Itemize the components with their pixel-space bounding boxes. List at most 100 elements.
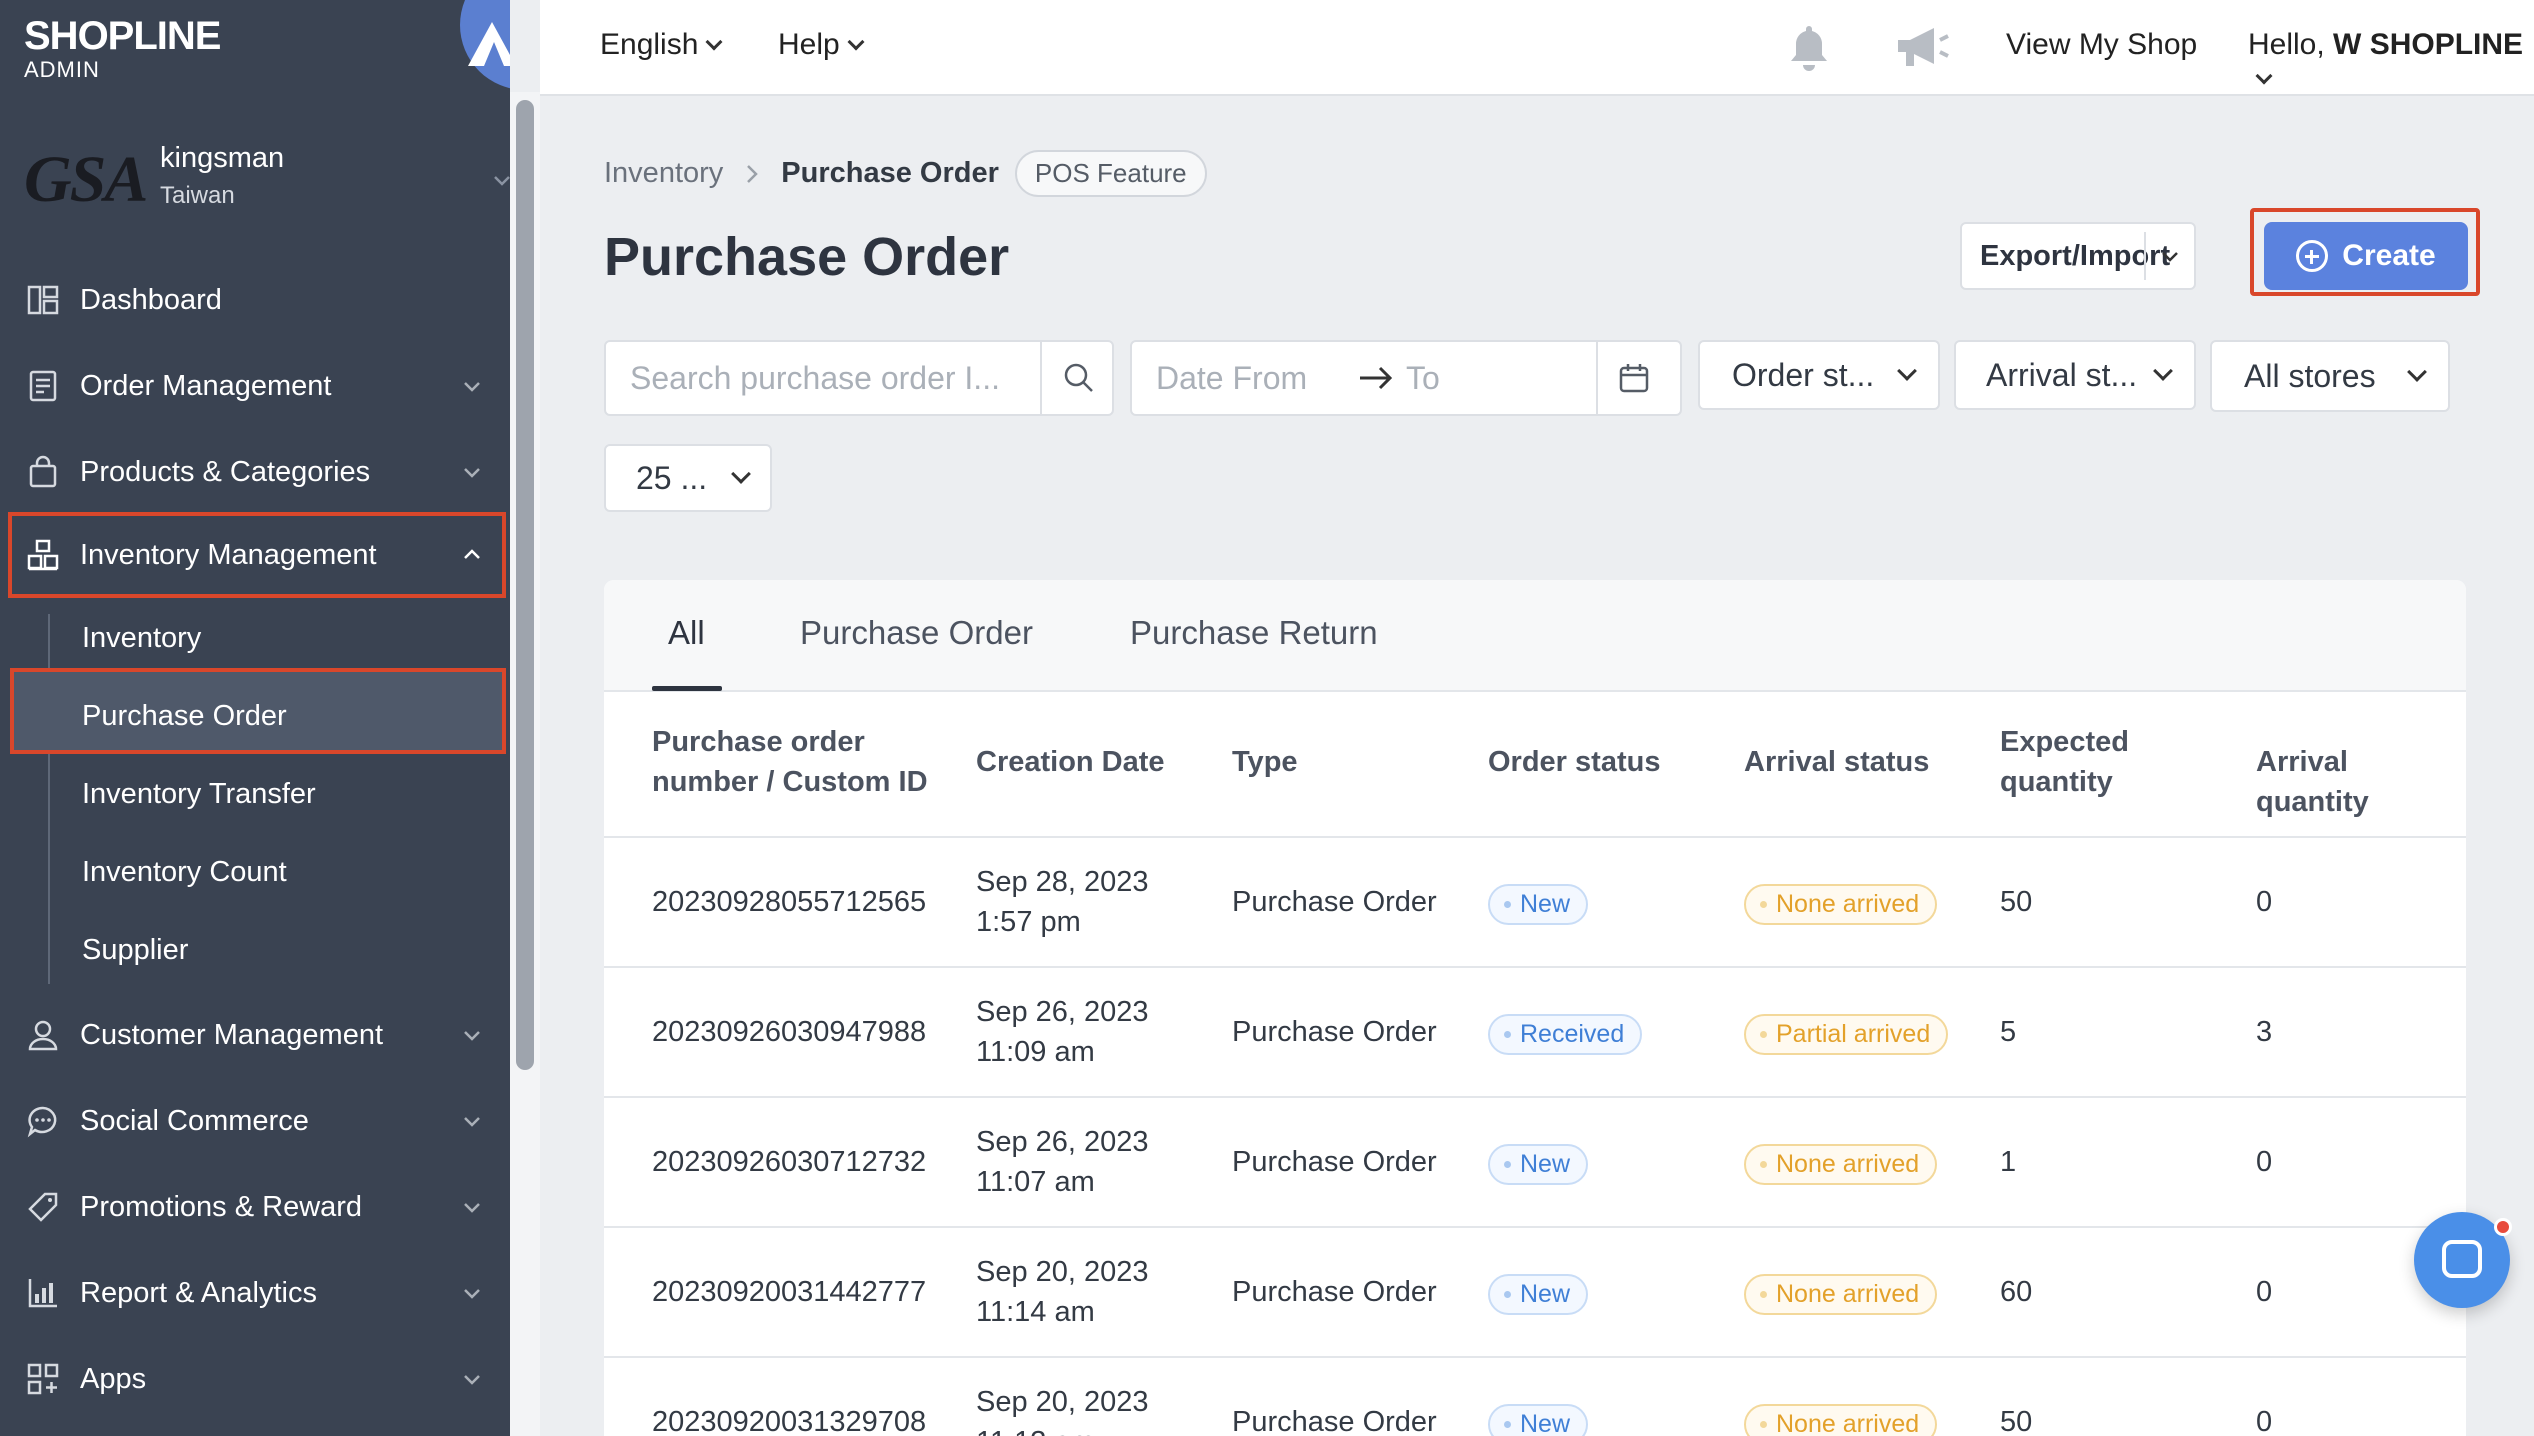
time-text: 1:57 pm [976,906,1081,938]
breadcrumb-parent[interactable]: Inventory [604,157,723,190]
table-row[interactable]: 20230920031329708 Sep 20, 2023 11:13 am P… [604,1356,2466,1436]
sidebar-item-apps[interactable]: Apps [0,1337,510,1421]
export-dropdown-toggle[interactable] [2146,245,2194,267]
language-menu[interactable]: English [600,28,723,62]
tab-all[interactable]: All [668,614,705,652]
chevron-down-icon [464,1375,480,1385]
sidebar-item-social-commerce[interactable]: Social Commerce [0,1079,510,1163]
order-status-select[interactable]: Order st... [1698,340,1940,410]
pos-feature-badge: POS Feature [1014,150,1207,197]
chevron-down-icon [464,382,480,392]
apps-icon [27,1363,59,1395]
date-from-input[interactable]: Date From [1132,360,1356,397]
sidebar-sub-inventory-count[interactable]: Inventory Count [82,856,287,889]
logo-text: SHOPLINE [24,14,221,58]
date-text: Sep 20, 2023 [976,1256,1149,1288]
chevron-down-icon [2153,361,2173,381]
order-status-badge: New [1488,1404,1589,1436]
chevron-down-icon [2162,252,2178,262]
cell-arrival-qty: 0 [2256,886,2273,918]
sidebar-item-report[interactable]: Report & Analytics [0,1251,510,1335]
cell-expected-qty: 1 [2000,1146,2017,1178]
arrival-status-badge: None arrived [1744,884,1938,925]
sidebar-sub-purchase-order[interactable]: Purchase Order [82,700,287,733]
field-divider [1596,341,1598,415]
sidebar-item-inventory-management[interactable]: Inventory Management [8,512,506,598]
view-my-shop-link[interactable]: View My Shop [2006,28,2197,62]
chevron-down-icon [464,1289,480,1299]
chart-icon [28,1279,57,1308]
date-text: Sep 20, 2023 [976,1386,1149,1418]
header-text: number / Custom ID [652,766,928,798]
cell-po-number[interactable]: 20230926030947988 [652,1012,926,1052]
search-input[interactable]: Search purchase order I... [606,360,1040,397]
cell-creation-date: Sep 26, 2023 11:09 am [976,992,1149,1072]
cell-po-number[interactable]: 20230928055712565 [652,882,926,922]
sidebar-sub-supplier[interactable]: Supplier [82,934,188,967]
page-size-select[interactable]: 25 ... [604,444,772,512]
header-arrival-status[interactable]: Arrival status [1744,742,1929,782]
cell-po-number[interactable]: 20230920031442777 [652,1272,926,1312]
sidebar-sub-inventory[interactable]: Inventory [82,622,201,655]
dashboard-icon [27,285,59,315]
arrival-status-badge: None arrived [1744,1144,1938,1185]
calendar-icon[interactable] [1618,362,1650,394]
sidebar-item-dashboard[interactable]: Dashboard [0,258,510,342]
stores-select[interactable]: All stores [2210,340,2450,412]
cell-arrival-qty: 0 [2256,1146,2273,1178]
shopline-logo[interactable]: SHOPLINE ADMIN [24,14,221,83]
sidebar-item-label: Apps [80,1362,147,1395]
cell-po-number[interactable]: 20230920031329708 [652,1402,926,1436]
chat-icon [2442,1240,2482,1278]
header-creation-date[interactable]: Creation Date [976,742,1165,782]
header-po-number[interactable]: Purchase order number / Custom ID [652,722,928,802]
sidebar-item-products[interactable]: Products & Categories [0,430,510,514]
megaphone-icon[interactable] [1894,24,1950,70]
tab-purchase-order[interactable]: Purchase Order [800,614,1033,652]
purchase-order-table-card: All Purchase Order Purchase Return Purch… [604,580,2466,1436]
table-row[interactable]: 20230926030947988 Sep 26, 2023 11:09 am P… [604,966,2466,1096]
order-status-value: Order st... [1732,356,1875,393]
table-row[interactable]: 20230920031442777 Sep 20, 2023 11:14 am P… [604,1226,2466,1356]
arrow-right-icon [1360,366,1393,390]
search-icon[interactable] [1062,361,1096,395]
date-to-input[interactable]: To [1396,360,1596,397]
table-row[interactable]: 20230926030712732 Sep 26, 2023 11:07 am P… [604,1096,2466,1226]
language-label: English [600,28,699,61]
order-status-badge: New [1488,884,1589,925]
bell-icon[interactable] [1784,22,1834,74]
sidebar-item-label: Dashboard [80,283,222,316]
sidebar-item-order-management[interactable]: Order Management [0,344,510,428]
chevron-down-icon [731,464,751,484]
export-import-button[interactable]: Export/Import [1960,222,2196,290]
cell-type: Purchase Order [1232,1016,1437,1048]
sidebar-scrollbar[interactable] [516,100,534,1070]
cell-type: Purchase Order [1232,1406,1437,1436]
header-arrival-quantity[interactable]: Arrival quantity [2256,742,2466,822]
chevron-down-icon [464,468,480,478]
cell-type: Purchase Order [1232,886,1437,918]
sidebar-sub-inventory-transfer[interactable]: Inventory Transfer [82,778,316,811]
table-row[interactable]: 20230928055712565 Sep 28, 2023 1:57 pm Pu… [604,836,2466,966]
cell-expected-qty: 50 [2000,1406,2033,1436]
create-button[interactable]: Create [2264,222,2468,290]
sidebar-item-promotions[interactable]: Promotions & Reward [0,1165,510,1249]
sidebar-item-label: Order Management [80,369,332,402]
arrival-status-select[interactable]: Arrival st... [1954,340,2196,410]
cell-creation-date: Sep 28, 2023 1:57 pm [976,862,1149,942]
arrival-status-badge: None arrived [1744,1274,1938,1315]
cell-expected-qty: 60 [2000,1276,2033,1308]
user-menu[interactable]: Hello, W SHOPLINE [2248,28,2534,96]
shop-switcher[interactable]: GSA kingsman Taiwan [0,120,510,230]
tab-purchase-return[interactable]: Purchase Return [1130,614,1378,652]
header-type[interactable]: Type [1232,742,1298,782]
cell-creation-date: Sep 26, 2023 11:07 am [976,1122,1149,1202]
cell-po-number[interactable]: 20230926030712732 [652,1142,926,1182]
header-expected-quantity[interactable]: Expected quantity [2000,722,2129,802]
help-menu[interactable]: Help [778,28,865,62]
tabs-row: All Purchase Order Purchase Return [604,580,2466,692]
header-order-status[interactable]: Order status [1488,742,1660,782]
notification-dot [2494,1218,2512,1236]
create-label: Create [2342,239,2436,272]
sidebar-item-customer-management[interactable]: Customer Management [0,993,510,1077]
